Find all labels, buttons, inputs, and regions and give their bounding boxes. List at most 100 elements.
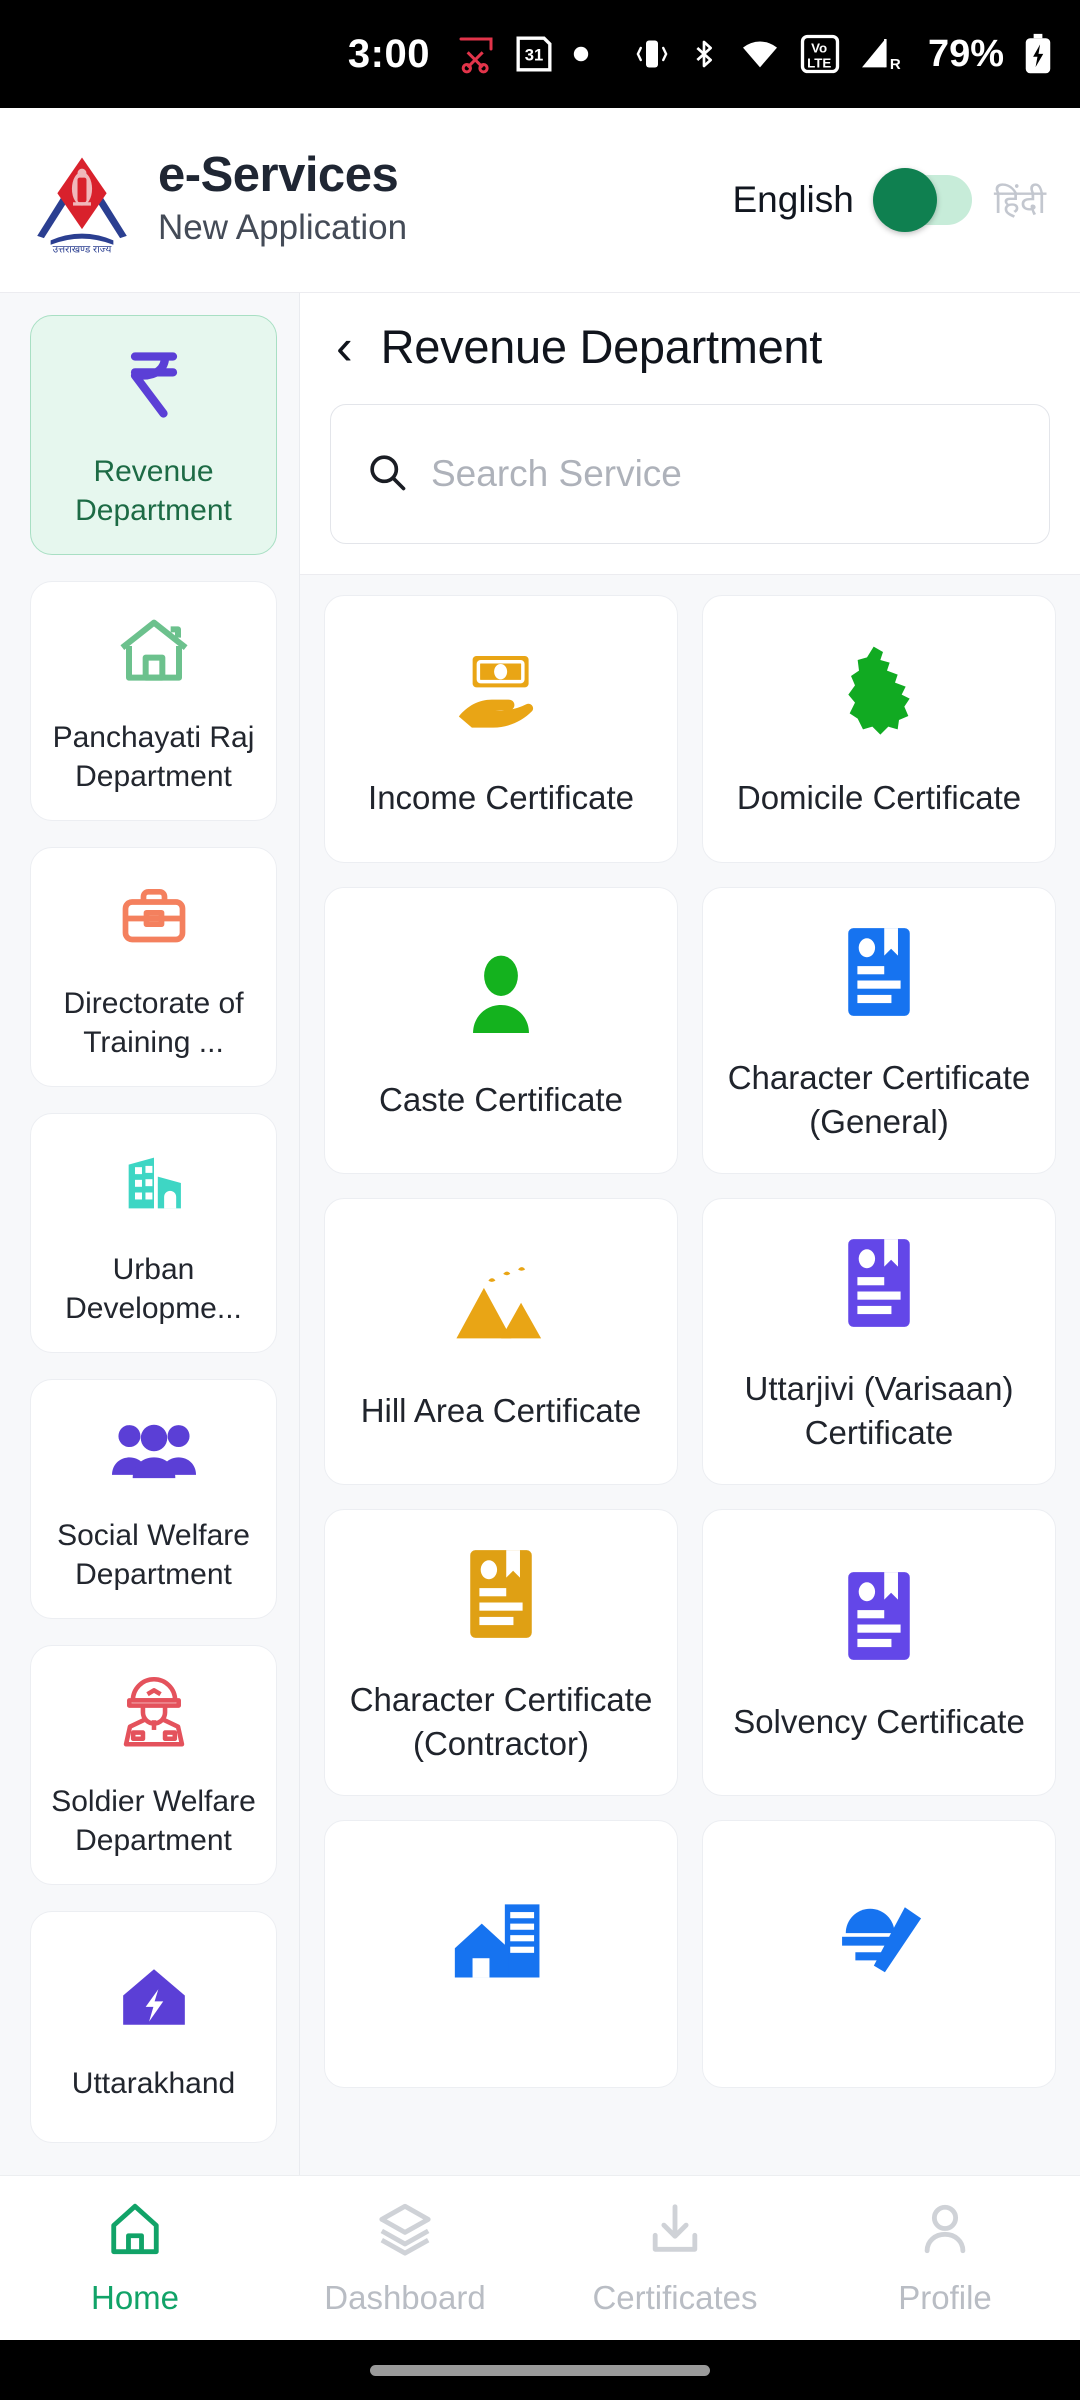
- service-card-character-certificate-general[interactable]: Character Certificate (General): [702, 887, 1056, 1175]
- vibrate-icon: [634, 34, 670, 74]
- sidebar-item-social-welfare-department[interactable]: Social Welfare Department: [30, 1379, 277, 1619]
- sidebar-item-label: Panchayati Raj Department: [52, 721, 255, 793]
- sidebar-item-label: Urban Developme...: [65, 1253, 242, 1325]
- signal-roaming-icon: R: [858, 34, 906, 74]
- nav-item-label: Home: [90, 2278, 180, 2316]
- dot-icon: [572, 45, 590, 63]
- sidebar-item-label: Directorate of Training ...: [63, 987, 244, 1059]
- sidebar-item-directorate-of-training[interactable]: Directorate of Training ...: [30, 847, 277, 1087]
- app-header: उत्तराखण्ड राज्य e-Services New Applicat…: [0, 108, 1080, 293]
- app-title: e-Services: [158, 148, 399, 203]
- nav-item-label: Certificates: [592, 2278, 758, 2316]
- language-toggle-knob: [872, 168, 937, 232]
- service-card-caste-certificate[interactable]: Caste Certificate: [324, 887, 678, 1175]
- uttarakhand-emblem-logo: उत्तराखण्ड राज्य: [26, 144, 138, 256]
- toolbox-icon: [115, 874, 193, 960]
- sidebar-item-uttarakhand[interactable]: Uttarakhand: [30, 1911, 277, 2143]
- service-card-income-certificate[interactable]: Income Certificate: [324, 595, 678, 863]
- sidebar-item-panchayati-raj-department[interactable]: Panchayati Raj Department: [30, 581, 277, 821]
- app-subtitle: New Application: [158, 208, 408, 248]
- search-bar[interactable]: Search Service: [330, 404, 1050, 544]
- service-card-label: Domicile Certificate: [736, 779, 1022, 817]
- people-group-icon: [111, 1406, 196, 1492]
- download-tray-icon: [646, 2200, 704, 2263]
- brand: उत्तराखण्ड राज्य e-Services New Applicat…: [26, 144, 407, 256]
- service-card-label: Uttarjivi (Varisaan) Certificate: [744, 1370, 1014, 1451]
- service-card-label: Character Certificate (Contractor): [349, 1681, 653, 1762]
- search-input-placeholder[interactable]: Search Service: [431, 453, 682, 495]
- language-switcher[interactable]: English हिंदी: [733, 168, 1046, 232]
- language-hindi-label[interactable]: हिंदी: [994, 178, 1046, 223]
- service-card-solvency-certificate[interactable]: Solvency Certificate: [702, 1509, 1056, 1797]
- rupee-icon: [116, 342, 192, 428]
- chevron-left-icon[interactable]: ‹: [330, 322, 359, 372]
- content-body: Revenue Department Panchayati Raj Depart…: [0, 293, 1080, 2175]
- status-bar-clock: 3:00: [347, 31, 430, 76]
- house-building-icon: [451, 1889, 551, 1989]
- status-bar: 3:00 31 Vo LTE R 79%: [0, 0, 1080, 108]
- sidebar-item-label: Soldier Welfare Department: [51, 1785, 256, 1857]
- id-document-icon: [843, 922, 915, 1022]
- uttarakhand-map-icon: [836, 642, 922, 742]
- svg-text:R: R: [890, 56, 901, 73]
- sidebar-item-revenue-department[interactable]: Revenue Department: [30, 315, 277, 555]
- sidebar-item-label: Revenue Department: [75, 455, 232, 527]
- nav-item-dashboard[interactable]: Dashboard: [270, 2200, 540, 2317]
- language-english-label[interactable]: English: [733, 179, 854, 221]
- brand-text: e-Services New Application: [158, 148, 408, 250]
- bluetooth-icon: [688, 34, 720, 74]
- service-card-partial-1[interactable]: [324, 1820, 678, 2089]
- nav-item-label: Dashboard: [324, 2278, 486, 2316]
- service-card-hill-area-certificate[interactable]: Hill Area Certificate: [324, 1198, 678, 1486]
- person-outline-icon: [916, 2200, 974, 2263]
- service-card-label: Caste Certificate: [379, 1080, 623, 1118]
- service-card-partial-2[interactable]: [702, 1820, 1056, 2089]
- mountains-birds-icon: [449, 1255, 553, 1355]
- service-card-uttarjivi-varisaan-certificate[interactable]: Uttarjivi (Varisaan) Certificate: [702, 1198, 1056, 1486]
- language-toggle[interactable]: [872, 168, 972, 232]
- sidebar-item-soldier-welfare-department[interactable]: Soldier Welfare Department: [30, 1645, 277, 1885]
- house-outline-icon: [114, 608, 194, 694]
- main-header: ‹ Revenue Department Search Service: [300, 293, 1080, 575]
- gesture-handle[interactable]: [370, 2364, 710, 2376]
- soldier-icon: [115, 1672, 193, 1758]
- home-icon: [106, 2200, 164, 2263]
- id-document-icon: [843, 1233, 915, 1333]
- svg-text:उत्तराखण्ड राज्य: उत्तराखण्ड राज्य: [53, 245, 112, 256]
- volte-icon: Vo LTE: [800, 34, 840, 74]
- department-sidebar[interactable]: Revenue Department Panchayati Raj Depart…: [0, 293, 300, 2175]
- battery-percent-label: 79%: [927, 32, 1004, 75]
- page-title: Revenue Department: [380, 320, 823, 373]
- system-gesture-bar: [0, 2340, 1080, 2400]
- sidebar-item-label: Social Welfare Department: [57, 1519, 250, 1591]
- bottom-navigation[interactable]: Home Dashboard Certificates Profile: [0, 2175, 1080, 2340]
- police-pen-icon: [831, 1889, 927, 1989]
- service-card-character-certificate-contractor[interactable]: Character Certificate (Contractor): [324, 1509, 678, 1797]
- sidebar-item-urban-development[interactable]: Urban Developme...: [30, 1113, 277, 1353]
- service-card-label: Character Certificate (General): [727, 1059, 1031, 1140]
- service-card-label: Solvency Certificate: [733, 1702, 1025, 1740]
- city-buildings-icon: [115, 1140, 193, 1226]
- battery-charging-icon: [1022, 33, 1054, 75]
- service-card-label: Income Certificate: [368, 779, 634, 817]
- svg-text:LTE: LTE: [807, 55, 831, 70]
- nav-item-home[interactable]: Home: [0, 2200, 270, 2317]
- wifi-icon: [738, 34, 782, 74]
- services-grid: Income Certificate Domicile Certificate: [324, 595, 1056, 2089]
- nav-item-profile[interactable]: Profile: [810, 2200, 1080, 2317]
- search-icon: [365, 450, 409, 499]
- services-scroll-area[interactable]: Income Certificate Domicile Certificate: [300, 575, 1080, 2175]
- svg-text:31: 31: [525, 46, 544, 65]
- calendar-31-icon: 31: [514, 34, 554, 74]
- money-in-hand-icon: [451, 642, 551, 742]
- main-panel: ‹ Revenue Department Search Service Inco…: [300, 293, 1080, 2175]
- nav-item-label: Profile: [898, 2278, 992, 2316]
- nav-item-certificates[interactable]: Certificates: [540, 2200, 810, 2317]
- person-icon: [462, 944, 540, 1044]
- house-crack-icon: [115, 1954, 193, 2040]
- id-document-icon: [465, 1544, 537, 1644]
- service-card-domicile-certificate[interactable]: Domicile Certificate: [702, 595, 1056, 863]
- id-document-icon: [843, 1566, 915, 1666]
- layers-icon: [376, 2200, 434, 2263]
- breadcrumb: ‹ Revenue Department: [330, 319, 1050, 374]
